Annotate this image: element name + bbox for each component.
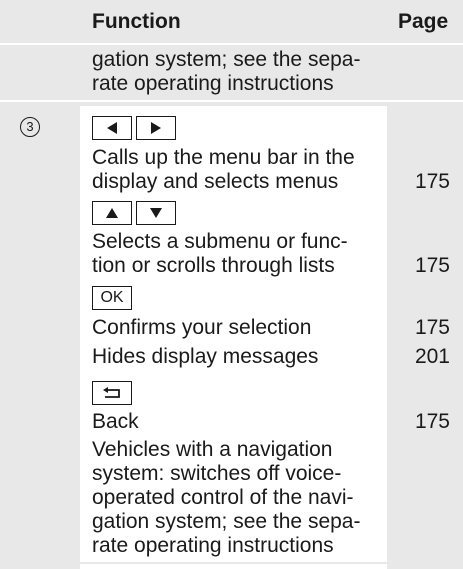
right-arrow-key-icon xyxy=(136,116,176,140)
continued-line-2: rate operating instructions xyxy=(92,72,334,95)
item-6-line-3: operated control of the navi- xyxy=(92,486,354,509)
page-header: Page xyxy=(398,10,449,33)
item-5-page: 175 xyxy=(414,410,450,433)
item-3-page: 175 xyxy=(414,316,450,339)
item-1-line-2: display and selects menus xyxy=(92,170,339,193)
item-6-line-5: rate operating instructions xyxy=(92,534,334,557)
down-arrow-key-icon xyxy=(136,201,176,225)
item-3-line-1: Confirms your selection xyxy=(92,316,312,339)
item-1-line-1: Calls up the menu bar in the xyxy=(92,146,355,169)
item-4-line-1: Hides display messages xyxy=(92,345,319,368)
header-divider xyxy=(0,43,463,45)
item-1-page: 175 xyxy=(414,170,450,193)
left-arrow-key-icon xyxy=(92,116,132,140)
item-6-line-4: gation system; see the sepa- xyxy=(92,510,361,533)
function-header: Function xyxy=(92,10,181,33)
back-key-icon xyxy=(92,381,132,405)
row-marker-circle: 3 xyxy=(20,117,40,137)
item-2-line-2: tion or scrolls through lists xyxy=(92,254,335,277)
item-2-line-1: Selects a submenu or func- xyxy=(92,230,348,253)
up-arrow-key-icon xyxy=(92,201,132,225)
right-column-shade xyxy=(387,0,463,569)
left-column-shade xyxy=(0,0,80,569)
item-4-page: 201 xyxy=(414,345,450,368)
bottom-rule xyxy=(0,562,463,564)
continued-line-1: gation system; see the sepa- xyxy=(92,48,361,71)
item-6-line-2: system: switches off voice- xyxy=(92,462,342,485)
row-divider-gap xyxy=(0,102,463,106)
item-6-line-1: Vehicles with a navigation xyxy=(92,438,333,461)
item-2-page: 175 xyxy=(414,254,450,277)
item-5-line-1: Back xyxy=(92,410,139,433)
ok-key: OK xyxy=(92,286,132,310)
